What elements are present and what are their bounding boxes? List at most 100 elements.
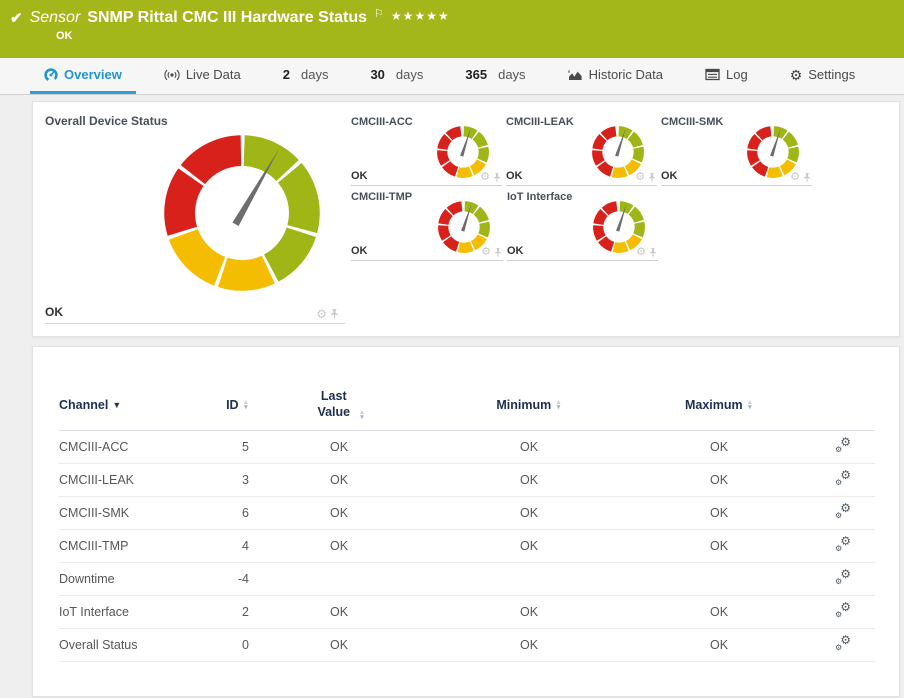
table-row-cmciii-acc[interactable]: CMCIII-ACC 5 OK OK OK ⚙ ⚙ <box>59 430 875 465</box>
channel-name: CMCIII-TMP <box>59 529 209 564</box>
table-row-cmciii-tmp[interactable]: CMCIII-TMP 4 OK OK OK ⚙ ⚙ <box>59 529 875 564</box>
column-header-maximum[interactable]: Maximum ▲ ▼ <box>629 389 809 432</box>
mini-status-value: OK <box>351 170 368 182</box>
mini-tile-iot-interface[interactable]: IoT Interface OK ⚙ <box>507 191 658 261</box>
tile-pin-icon[interactable] <box>803 172 811 183</box>
gauge-icon <box>44 67 58 82</box>
tab-365-days[interactable]: 365 days <box>451 58 539 94</box>
channel-id: 5 <box>209 430 249 465</box>
overview-gauges-panel: Overall Device Status OK ⚙ CMCIII-ACC OK… <box>32 101 900 337</box>
channel-settings-gears-icon[interactable]: ⚙ ⚙ <box>835 469 851 487</box>
tab-log[interactable]: Log <box>691 58 762 94</box>
channel-id: 3 <box>209 463 249 498</box>
priority-stars[interactable]: ★★★★★ <box>391 9 450 23</box>
table-row-cmciii-smk[interactable]: CMCIII-SMK 6 OK OK OK ⚙ ⚙ <box>59 496 875 531</box>
tab-2-days[interactable]: 2 days <box>269 58 343 94</box>
column-header-last-value[interactable]: Last Value ▲ ▼ <box>249 389 429 432</box>
channel-minimum: OK <box>429 595 629 630</box>
tab-2-days-unit: days <box>300 67 329 82</box>
overall-status-value: OK <box>45 305 63 319</box>
channel-name: IoT Interface <box>59 595 209 630</box>
overall-device-status-tile[interactable]: Overall Device Status OK ⚙ <box>33 102 351 336</box>
channel-maximum: OK <box>629 463 809 498</box>
sort-toggle-icon: ▲ ▼ <box>242 398 249 411</box>
channel-minimum: OK <box>429 430 629 465</box>
channel-maximum: OK <box>629 595 809 630</box>
tab-live-data-label: Live Data <box>185 67 241 82</box>
tab-30-days[interactable]: 30 days <box>356 58 437 94</box>
channel-settings-gears-icon[interactable]: ⚙ ⚙ <box>835 634 851 652</box>
tile-gear-icon[interactable]: ⚙ <box>316 308 327 320</box>
channel-id: 4 <box>209 529 249 564</box>
channel-maximum: OK <box>629 430 809 465</box>
channel-last-value <box>249 562 429 597</box>
tab-overview[interactable]: Overview <box>30 58 136 94</box>
tile-gear-icon[interactable]: ⚙ <box>480 172 490 183</box>
channel-name: CMCIII-ACC <box>59 430 209 465</box>
table-header-row: Channel ▼ ID ▲ ▼ Last Value ▲ ▼ Minimum ▲ ▼ Max… <box>59 389 875 432</box>
log-list-icon <box>705 68 720 81</box>
channel-maximum: OK <box>629 529 809 564</box>
tab-historic-data-label: Historic Data <box>588 67 663 82</box>
column-header-actions <box>809 389 875 432</box>
flag-icon[interactable]: ⚐ <box>374 7 384 20</box>
mini-status-value: OK <box>507 245 524 257</box>
channel-settings-gears-icon[interactable]: ⚙ ⚙ <box>835 502 851 520</box>
channel-settings-gears-icon[interactable]: ⚙ ⚙ <box>835 436 851 454</box>
channel-last-value: OK <box>249 463 429 498</box>
table-row-cmciii-leak[interactable]: CMCIII-LEAK 3 OK OK OK ⚙ ⚙ <box>59 463 875 498</box>
channel-maximum <box>629 562 809 597</box>
channel-id: 2 <box>209 595 249 630</box>
tab-settings-label: Settings <box>808 67 856 82</box>
tile-gear-icon[interactable]: ⚙ <box>790 172 800 183</box>
table-row-iot-interface[interactable]: IoT Interface 2 OK OK OK ⚙ ⚙ <box>59 595 875 630</box>
column-header-minimum[interactable]: Minimum ▲ ▼ <box>429 389 629 432</box>
sort-toggle-icon: ▲ ▼ <box>746 398 754 411</box>
sort-toggle-icon: ▲ ▼ <box>358 409 366 422</box>
tile-pin-icon[interactable] <box>493 172 501 183</box>
sensor-header-bar: ✔ Sensor SNMP Rittal CMC III Hardware St… <box>0 0 904 58</box>
channel-settings-gears-icon[interactable]: ⚙ ⚙ <box>835 568 851 586</box>
channel-name: CMCIII-SMK <box>59 496 209 531</box>
table-row-overall-status[interactable]: Overall Status 0 OK OK OK ⚙ ⚙ <box>59 628 875 663</box>
sensor-status-label: OK <box>56 30 73 42</box>
overall-device-status-title: Overall Device Status <box>45 114 168 128</box>
area-chart-icon <box>568 69 582 80</box>
column-header-channel[interactable]: Channel ▼ <box>59 389 209 432</box>
mini-tile-cmciii-acc[interactable]: CMCIII-ACC OK ⚙ <box>351 116 502 186</box>
tile-divider <box>45 323 345 324</box>
tab-30-days-unit: days <box>395 67 424 82</box>
table-row-downtime[interactable]: Downtime -4 ⚙ ⚙ <box>59 562 875 597</box>
channel-id: 6 <box>209 496 249 531</box>
tab-live-data[interactable]: Live Data <box>150 58 255 94</box>
tab-365-days-number: 365 <box>465 67 488 82</box>
tile-pin-icon[interactable] <box>648 172 656 183</box>
tile-gear-icon[interactable]: ⚙ <box>635 172 645 183</box>
tab-historic-data[interactable]: Historic Data <box>554 58 677 94</box>
tab-30-days-number: 30 <box>370 67 385 82</box>
tile-pin-icon[interactable] <box>330 308 339 320</box>
mini-tile-cmciii-smk[interactable]: CMCIII-SMK OK ⚙ <box>661 116 812 186</box>
mini-tile-cmciii-tmp[interactable]: CMCIII-TMP OK ⚙ <box>351 191 503 261</box>
overall-status-gauge <box>164 135 320 291</box>
channel-maximum: OK <box>629 628 809 663</box>
tile-gear-icon[interactable]: ⚙ <box>636 247 646 258</box>
channel-last-value: OK <box>249 496 429 531</box>
gear-icon: ⚙ <box>789 66 803 83</box>
channel-settings-gears-icon[interactable]: ⚙ ⚙ <box>835 535 851 553</box>
sort-desc-icon: ▼ <box>112 399 122 410</box>
tile-pin-icon[interactable] <box>494 247 502 258</box>
tile-gear-icon[interactable]: ⚙ <box>481 247 491 258</box>
channel-name: Downtime <box>59 562 209 597</box>
tab-log-label: Log <box>725 67 748 82</box>
sensor-title: SNMP Rittal CMC III Hardware Status <box>87 9 368 26</box>
channel-settings-gears-icon[interactable]: ⚙ ⚙ <box>835 601 851 619</box>
column-header-id[interactable]: ID ▲ ▼ <box>209 389 249 432</box>
tile-pin-icon[interactable] <box>649 247 657 258</box>
mini-tile-cmciii-leak[interactable]: CMCIII-LEAK OK ⚙ <box>506 116 657 186</box>
channel-last-value: OK <box>249 529 429 564</box>
tab-settings[interactable]: ⚙ Settings <box>776 58 870 94</box>
channels-table-panel: Channel ▼ ID ▲ ▼ Last Value ▲ ▼ Minimum ▲ ▼ Max… <box>32 346 900 697</box>
channel-last-value: OK <box>249 628 429 663</box>
channel-minimum: OK <box>429 496 629 531</box>
